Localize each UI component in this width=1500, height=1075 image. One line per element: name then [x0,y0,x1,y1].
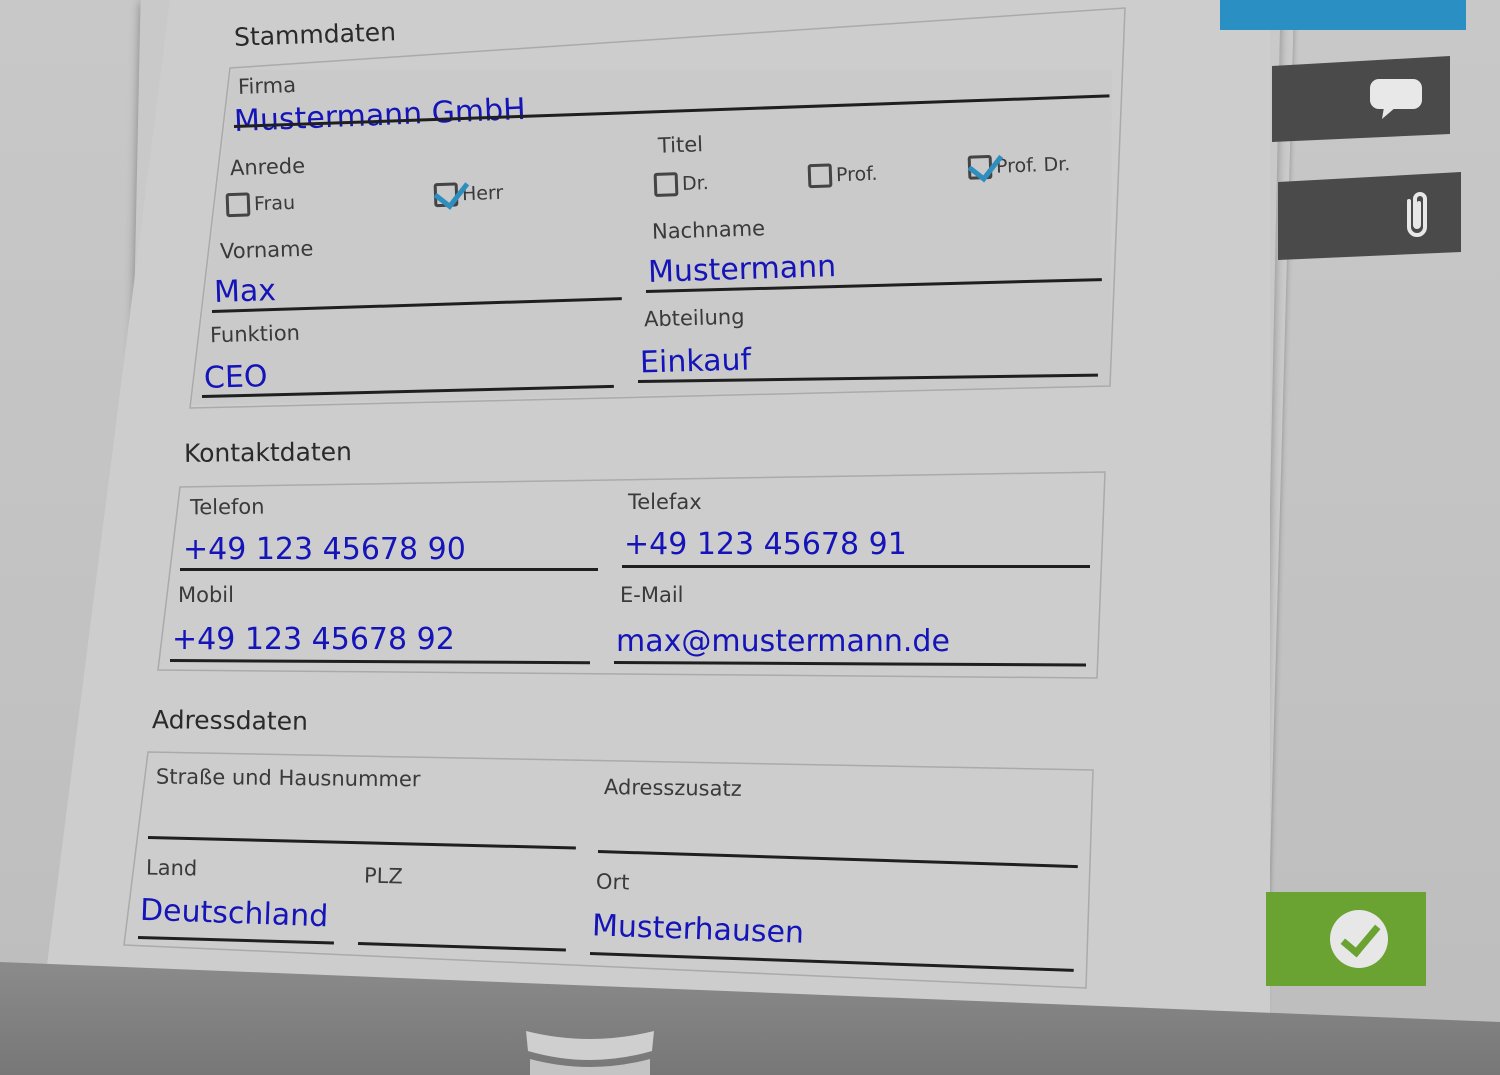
plz-label: PLZ [363,863,404,889]
top-action-button[interactable] [1220,0,1466,30]
land-label: Land [145,855,198,881]
ort-value[interactable]: Musterhausen [591,908,804,950]
ort-label: Ort [595,869,630,895]
adresszusatz-label: Adresszusatz [603,775,742,801]
land-value[interactable]: Deutschland [139,893,328,935]
speech-bubble-icon [1370,79,1422,119]
confirm-button[interactable] [1266,892,1426,986]
comment-button[interactable] [1272,56,1450,142]
logo-icon [526,1031,654,1075]
strasse-label: Straße und Hausnummer [155,764,421,792]
paperclip-icon [1407,192,1427,237]
attachment-button[interactable] [1278,172,1461,260]
checkmark-icon [1330,910,1388,968]
form-sheet: Stammdaten Firma Mustermann GmbH Anrede … [40,0,1270,1020]
adressdaten-box-outline [123,751,1094,989]
